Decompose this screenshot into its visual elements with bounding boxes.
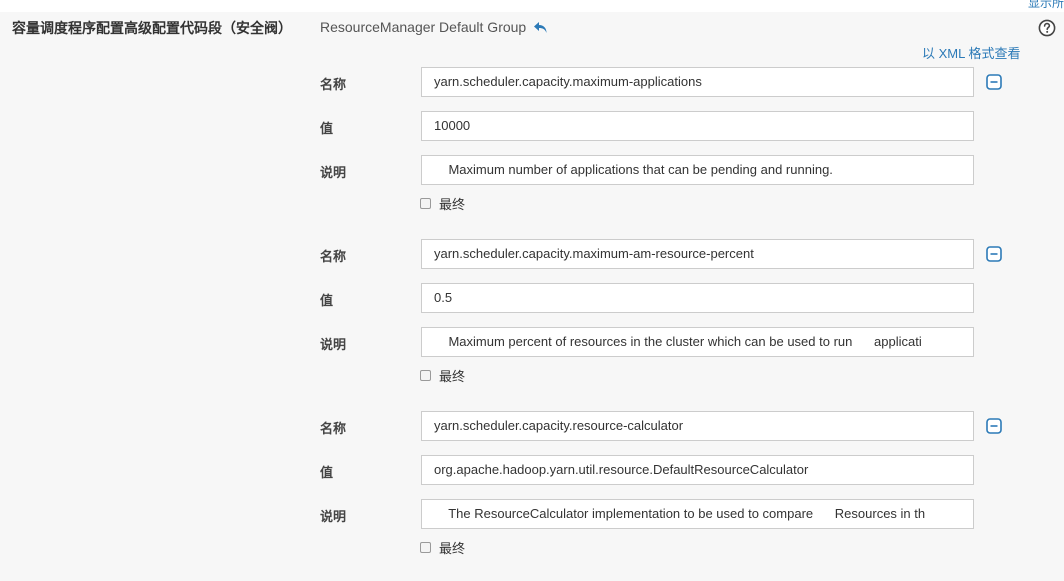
- name-field[interactable]: yarn.scheduler.capacity.maximum-am-resou…: [421, 239, 974, 269]
- minus-square-icon[interactable]: [986, 418, 1002, 434]
- value-label: 值: [320, 465, 334, 480]
- final-checkbox[interactable]: [420, 541, 431, 553]
- description-field[interactable]: The ResourceCalculator implementation to…: [421, 499, 974, 529]
- value-field[interactable]: org.apache.hadoop.yarn.util.resource.Def…: [421, 455, 974, 485]
- config-entry: 名称 yarn.scheduler.capacity.resource-calc…: [320, 411, 1020, 581]
- final-option: 最终: [420, 367, 466, 384]
- value-field[interactable]: 0.5: [421, 283, 974, 313]
- question-circle-icon[interactable]: [1038, 19, 1056, 37]
- description-label: 说明: [320, 337, 347, 352]
- name-label: 名称: [320, 421, 347, 436]
- final-label: 最终: [439, 196, 466, 212]
- value-field[interactable]: 10000: [421, 111, 974, 141]
- minus-square-icon[interactable]: [986, 246, 1002, 262]
- name-field[interactable]: yarn.scheduler.capacity.resource-calcula…: [421, 411, 974, 441]
- name-label: 名称: [320, 249, 347, 264]
- config-entry: 名称 yarn.scheduler.capacity.maximum-appli…: [320, 67, 1020, 237]
- name-field[interactable]: yarn.scheduler.capacity.maximum-applicat…: [421, 67, 974, 97]
- final-label: 最终: [439, 368, 466, 384]
- description-field[interactable]: Maximum number of applications that can …: [421, 155, 974, 185]
- top-bar: 显示所: [0, 0, 1064, 12]
- name-label: 名称: [320, 77, 347, 92]
- view-as-xml-link[interactable]: 以 XML 格式查看: [922, 43, 1020, 62]
- minus-square-icon[interactable]: [986, 74, 1002, 90]
- description-field[interactable]: Maximum percent of resources in the clus…: [421, 327, 974, 357]
- section-label: 容量调度程序配置高级配置代码段（安全阀）: [12, 20, 292, 36]
- value-label: 值: [320, 293, 334, 308]
- final-option: 最终: [420, 195, 466, 212]
- undo-arrow-icon[interactable]: [533, 20, 549, 36]
- config-entry: 名称 yarn.scheduler.capacity.maximum-am-re…: [320, 239, 1020, 409]
- value-label: 值: [320, 121, 334, 136]
- description-label: 说明: [320, 509, 347, 524]
- final-option: 最终: [420, 539, 466, 556]
- final-checkbox[interactable]: [420, 197, 431, 209]
- group-label: ResourceManager Default Group: [320, 19, 527, 35]
- final-checkbox[interactable]: [420, 369, 431, 381]
- final-label: 最终: [439, 540, 466, 556]
- description-label: 说明: [320, 165, 347, 180]
- top-corner-link[interactable]: 显示所: [1028, 0, 1064, 11]
